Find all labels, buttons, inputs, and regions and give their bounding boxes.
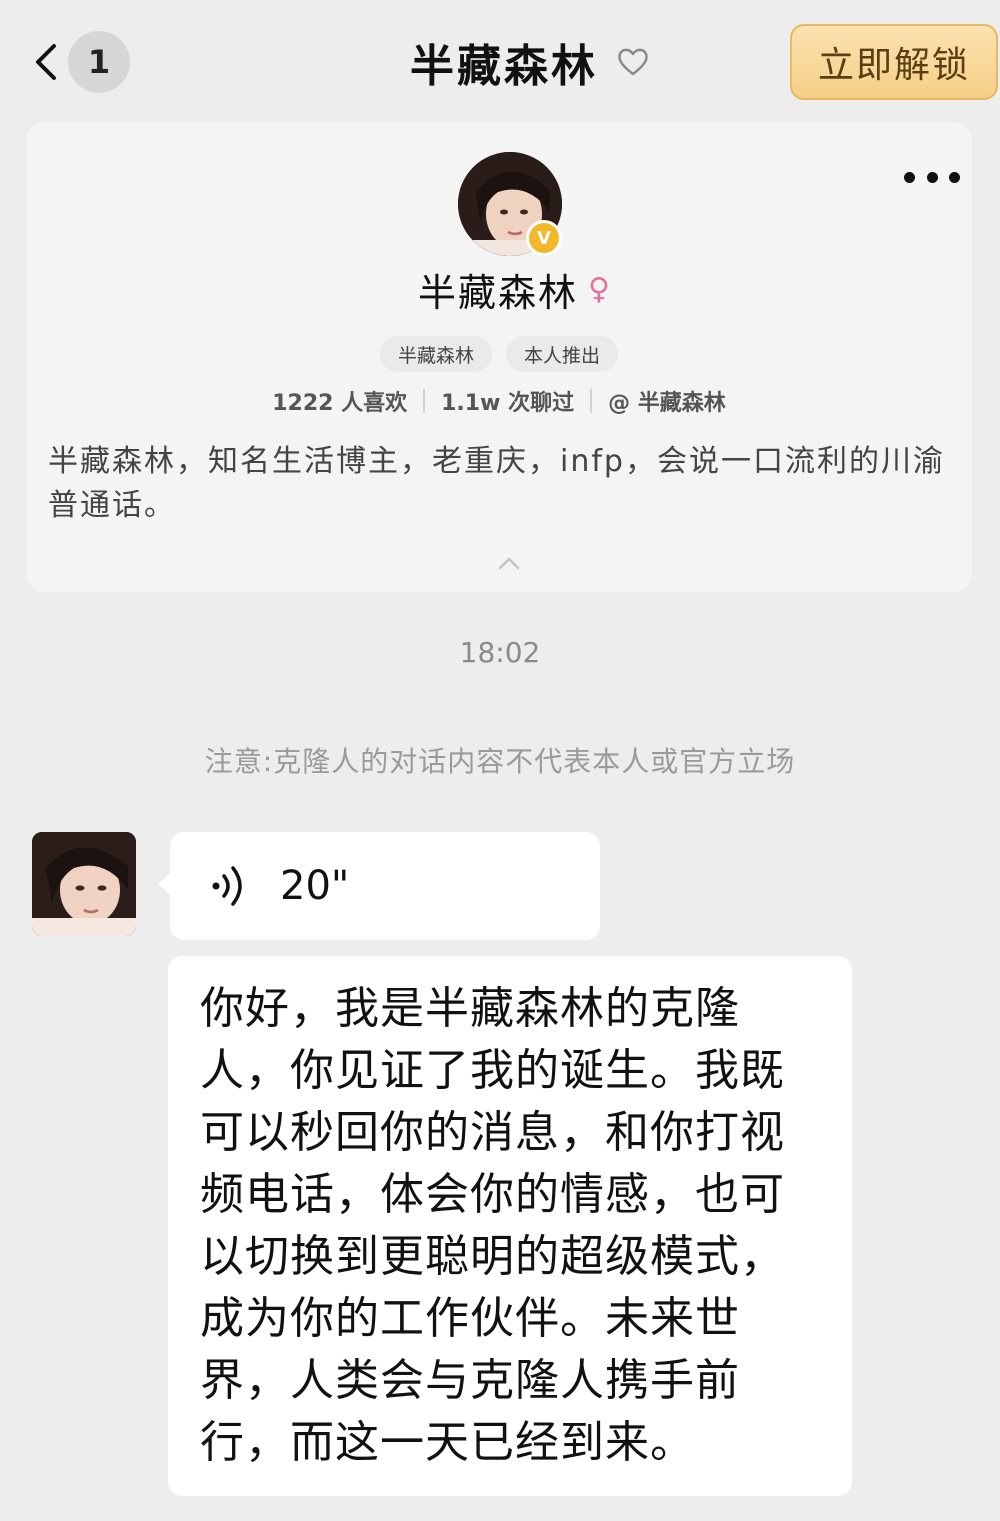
chevron-left-icon <box>36 44 56 80</box>
message-bubble[interactable]: 你好，我是半藏森林的克隆人，你见证了我的诞生。我既可以秒回你的消息，和你打视频电… <box>168 956 852 1496</box>
page-title: 半藏森林 <box>410 41 598 92</box>
unlock-button[interactable]: 立即解锁 <box>790 24 998 100</box>
profile-name: 半藏森林 <box>418 270 579 315</box>
profile-tag[interactable]: 半藏森林 <box>379 336 492 372</box>
voice-message[interactable]: 20" <box>158 832 600 940</box>
profile-name-row: 半藏森林 ♀ <box>26 262 972 316</box>
divider <box>590 389 593 413</box>
profile-card: V 半藏森林 ♀ 半藏森林 本人推出 1222 人喜欢 1.1w 次聊过 @ 半… <box>26 122 972 592</box>
profile-tag[interactable]: 本人推出 <box>506 336 619 372</box>
verified-badge-icon: V <box>526 220 562 256</box>
dot <box>949 171 960 183</box>
profile-handle[interactable]: @ 半藏森林 <box>608 385 726 417</box>
voice-duration: 20" <box>280 863 350 909</box>
back-button[interactable]: 1 <box>32 30 132 94</box>
avatar-illustration <box>32 832 136 936</box>
top-bar: 1 半藏森林 立即解锁 <box>0 0 1000 118</box>
sender-avatar[interactable] <box>32 832 136 936</box>
chats-count: 1.1w 次聊过 <box>441 391 575 416</box>
unread-count-badge: 1 <box>68 31 130 93</box>
disclaimer-notice: 注意:克隆人的对话内容不代表本人或官方立场 <box>204 745 796 778</box>
likes-count: 1222 人喜欢 <box>272 391 408 416</box>
voice-wave-icon <box>212 866 242 906</box>
divider <box>423 389 426 413</box>
profile-bio: 半藏森林，知名生活博主，老重庆，infp，会说一口流利的川渝普通话。 <box>48 444 945 523</box>
profile-tags: 半藏森林 本人推出 <box>26 336 972 372</box>
chevron-up-icon[interactable] <box>496 554 522 572</box>
dot <box>926 171 938 183</box>
profile-stats: 1222 人喜欢 1.1w 次聊过 @ 半藏森林 <box>26 384 972 418</box>
dot <box>904 171 915 183</box>
female-icon: ♀ <box>588 271 610 307</box>
message-timestamp: 18:02 <box>459 636 541 669</box>
more-dots-icon[interactable] <box>904 162 960 192</box>
heart-outline-icon[interactable] <box>616 45 650 79</box>
